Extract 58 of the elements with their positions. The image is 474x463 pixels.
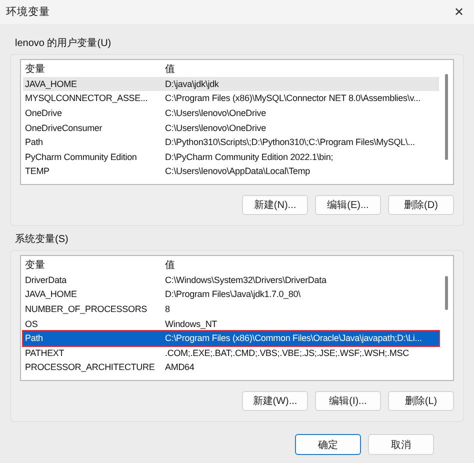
action-button[interactable]: 编辑(I)... (315, 391, 381, 411)
variable-name: PROCESSOR_ARCHITECTURE (24, 362, 156, 372)
variable-name: Path (24, 333, 44, 344)
action-button[interactable]: 删除(D) (388, 195, 454, 215)
list-row[interactable]: Path D:\Python310\Scripts\;D:\Python310\;C:\Program Files\MySQL\... (23, 134, 439, 150)
list-row[interactable]: PROCESSOR_ARCHITECTURE AMD64 (23, 360, 439, 375)
column-header[interactable]: 变量 (23, 62, 163, 76)
close-button[interactable]: ✕ (450, 5, 468, 19)
variable-name: DriverData (24, 274, 68, 285)
list-row[interactable]: NUMBER_OF_PROCESSORS 8 (23, 302, 439, 316)
column-header[interactable]: 值 (163, 62, 175, 76)
group-label: 系统变量(S) (15, 232, 70, 246)
variable-name: PATHEXT (24, 348, 66, 358)
list-row[interactable]: OneDriveConsumer C:\Users\lenovo\OneDrive (23, 120, 439, 135)
action-button[interactable]: 新建(N)... (242, 195, 308, 215)
variable-value: C:\Windows\System32\Drivers\DriverData (164, 274, 326, 285)
list-row[interactable]: Path C:\Program Files (x86)\Common Files\Oracle\Java\javapath;D:\Li... (23, 330, 439, 346)
variable-name: OS (24, 318, 39, 329)
variable-name: NUMBER_OF_PROCESSORS (24, 304, 148, 314)
variable-name: JAVA_HOME (24, 289, 78, 300)
variable-name: JAVA_HOME (24, 78, 78, 89)
variable-value: C:\Program Files (x86)\Common Files\Oracle\Java\javapath;D:\Li... (164, 333, 422, 344)
column-header[interactable]: 值 (163, 258, 175, 272)
variable-name: OneDriveConsumer (24, 122, 104, 133)
list-row[interactable]: MYSQLCONNECTOR_ASSE... C:\Program Files (x86)\MySQL\Connector NET 8.0\Assemblies\v... (23, 91, 439, 106)
list-row[interactable]: OS Windows_NT (23, 316, 439, 331)
variable-value: D:\Python310\Scripts\;D:\Python310\;C:\Program Files\MySQL\... (164, 137, 415, 148)
list-row[interactable]: PATHEXT .COM;.EXE;.BAT;.CMD;.VBS;.VBE;.JS;.JSE;.WSF;.WSH;.MSC (23, 346, 439, 360)
action-button[interactable]: 删除(L) (388, 391, 454, 411)
dialog-button[interactable]: 确定 (295, 434, 361, 455)
variable-value: C:\Users\lenovo\OneDrive (164, 122, 266, 133)
list-row[interactable]: JAVA_HOME D:\Program Files\Java\jdk1.7.0_80\ (23, 287, 439, 302)
column-header[interactable]: 变量 (23, 258, 163, 272)
variable-value: D:\PyCharm Community Edition 2022.1\bin; (164, 152, 334, 162)
variable-value: Windows_NT (164, 318, 218, 329)
variable-name: TEMP (24, 166, 50, 176)
action-button[interactable]: 新建(W)... (242, 391, 308, 411)
variable-value: 8 (164, 304, 170, 314)
group-label: lenovo 的用户变量(U) (15, 36, 112, 50)
variable-value: C:\Users\lenovo\OneDrive (164, 108, 266, 118)
action-button[interactable]: 编辑(E)... (315, 195, 381, 215)
variable-name: Path (24, 137, 44, 148)
list-row[interactable]: PyCharm Community Edition D:\PyCharm Community Edition 2022.1\bin; (23, 150, 439, 164)
variable-value: .COM;.EXE;.BAT;.CMD;.VBS;.VBE;.JS;.JSE;.WSF;.WSH;.MSC (164, 348, 409, 358)
list-row[interactable]: DriverData C:\Windows\System32\Drivers\DriverData (23, 272, 439, 288)
list-row[interactable]: TEMP C:\Users\lenovo\AppData\Local\Temp (23, 164, 439, 179)
variable-name: MYSQLCONNECTOR_ASSE... (24, 93, 149, 104)
variable-name: OneDrive (24, 108, 63, 118)
variable-value: D:\Program Files\Java\jdk1.7.0_80\ (164, 289, 300, 300)
variable-value: AMD64 (164, 362, 194, 372)
variable-value: D:\java\jdk\jdk (164, 78, 219, 89)
list-row[interactable]: JAVA_HOME D:\java\jdk\jdk (23, 76, 439, 92)
variable-value: C:\Program Files (x86)\MySQL\Connector NET 8.0\Assemblies\v... (164, 93, 420, 104)
list-row[interactable]: OneDrive C:\Users\lenovo\OneDrive (23, 106, 439, 120)
variable-value: C:\Users\lenovo\AppData\Local\Temp (164, 166, 310, 176)
window-title: 环境变量 (6, 5, 50, 19)
dialog-button[interactable]: 取消 (368, 434, 434, 455)
variable-name: PyCharm Community Edition (24, 152, 138, 162)
